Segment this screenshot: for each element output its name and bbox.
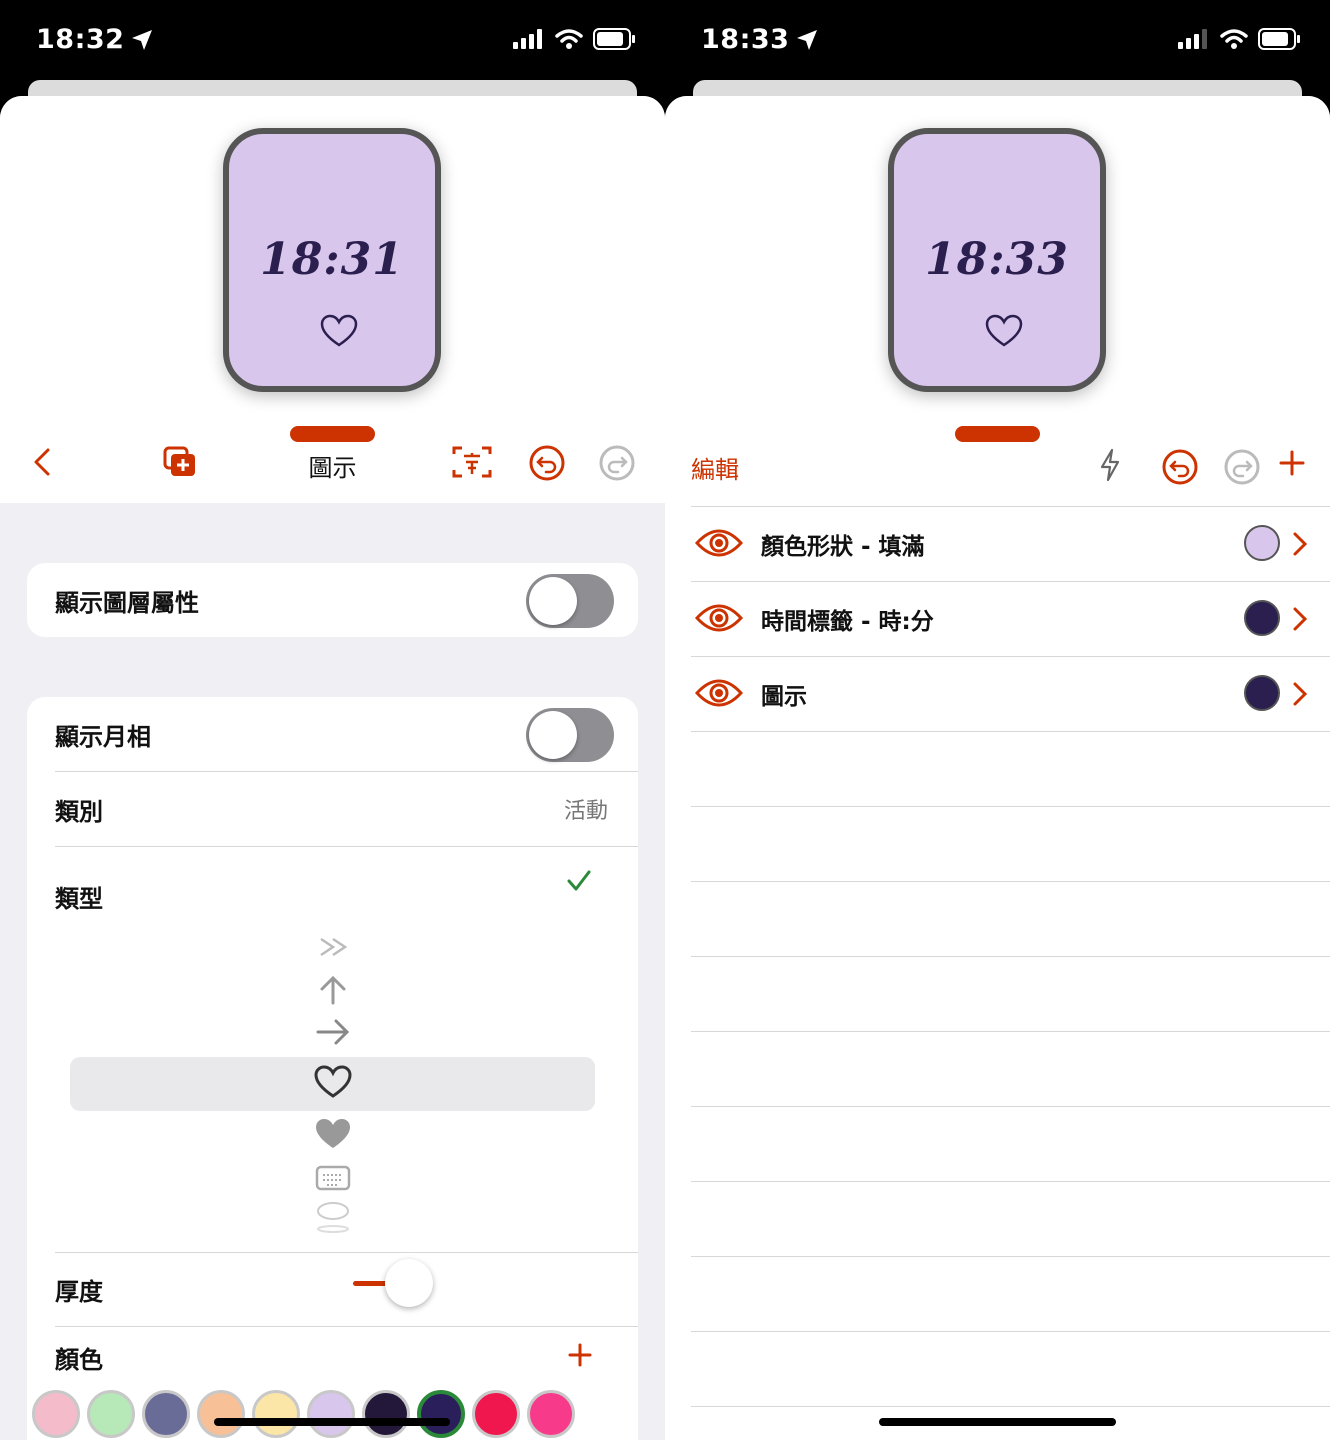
color-swatch[interactable] — [87, 1390, 135, 1438]
show-moon-label: 顯示月相 — [55, 722, 151, 751]
add-layer-button[interactable] — [1279, 450, 1305, 476]
thickness-row: 厚度 — [55, 1252, 638, 1327]
chevron-right-icon — [1293, 682, 1308, 706]
arrow-up-icon — [313, 975, 353, 1005]
category-label: 類別 — [55, 797, 103, 826]
color-swatch[interactable] — [197, 1390, 245, 1438]
arrow-right-icon — [313, 1017, 353, 1047]
watch-time: 18:31 — [260, 234, 404, 285]
empty-row — [691, 1256, 1330, 1331]
layer-list: 顏色形狀 - 填滿 時間標籤 - 時:分 圖示 — [691, 506, 1330, 1440]
show-moon-toggle[interactable] — [526, 708, 614, 762]
chevron-right-icon — [1293, 607, 1308, 631]
editor-sheet: 18:31 圖示 顯示圖層屬性 顯示月相 類別 活動 類型 厚度 顏色 — [0, 96, 665, 1440]
empty-row — [691, 731, 1330, 806]
heart-outline-icon — [313, 1065, 353, 1099]
heart-icon — [320, 314, 358, 347]
layer-color-dot — [1244, 675, 1280, 711]
undo-icon — [1162, 449, 1198, 485]
keyboard-faded-icon — [313, 1201, 353, 1237]
layer-props-card: 顯示圖層屬性 — [27, 563, 638, 637]
show-layer-props-label: 顯示圖層屬性 — [55, 589, 199, 617]
add-color-icon[interactable] — [568, 1343, 592, 1367]
show-moon-row: 顯示月相 — [55, 697, 638, 772]
color-label: 顏色 — [55, 1345, 103, 1374]
color-swatch[interactable] — [362, 1390, 410, 1438]
lightning-icon — [1100, 448, 1120, 482]
empty-row — [691, 956, 1330, 1031]
undo-button[interactable] — [1161, 448, 1199, 486]
type-label: 類型 — [55, 885, 103, 913]
watch-face: 18:31 — [223, 128, 441, 392]
watch-preview: 18:33 — [665, 96, 1330, 412]
empty-row — [691, 1331, 1330, 1406]
right-screen: 18:33 18:33 編輯 顏色形狀 - 填滿 時間標籤 - 時:分 圖示 — [665, 0, 1330, 1440]
editor-sheet: 18:33 編輯 顏色形狀 - 填滿 時間標籤 - 時:分 圖示 — [665, 96, 1330, 1440]
watch-time: 18:33 — [925, 234, 1069, 285]
layer-name: 圖示 — [761, 684, 807, 710]
home-indicator[interactable] — [214, 1418, 450, 1426]
plus-icon — [1279, 450, 1305, 476]
watch-preview: 18:31 — [0, 96, 665, 412]
color-swatch[interactable] — [472, 1390, 520, 1438]
cellular-signal-icon — [1178, 29, 1207, 49]
location-arrow-icon — [132, 29, 153, 50]
layer-row[interactable]: 顏色形狀 - 填滿 — [691, 506, 1330, 581]
cellular-signal-icon — [513, 29, 542, 49]
heart-icon — [985, 314, 1023, 347]
left-screen: 18:32 18:31 圖示 顯示圖層屬性 顯示月相 類別 活動 類型 厚度 顏… — [0, 0, 665, 1440]
watch-face: 18:33 — [888, 128, 1106, 392]
color-swatch[interactable] — [142, 1390, 190, 1438]
status-time: 18:33 — [701, 24, 790, 55]
chevron-right-icon — [1293, 532, 1308, 556]
status-bar: 18:33 — [665, 0, 1330, 84]
empty-row — [691, 1181, 1330, 1256]
color-swatch[interactable] — [527, 1390, 575, 1438]
checkmark-icon — [567, 870, 591, 891]
layer-name: 顏色形狀 - 填滿 — [761, 534, 925, 560]
redo-button[interactable] — [1223, 448, 1261, 486]
color-row: 顏色 — [55, 1327, 638, 1387]
layer-color-dot — [1244, 525, 1280, 561]
color-swatch[interactable] — [252, 1390, 300, 1438]
heart-filled-icon — [313, 1117, 353, 1151]
layer-row[interactable]: 時間標籤 - 時:分 — [691, 581, 1330, 656]
quick-action-button[interactable] — [1097, 448, 1123, 482]
battery-icon — [593, 28, 635, 50]
empty-row — [691, 806, 1330, 881]
location-arrow-icon — [797, 29, 818, 50]
color-swatch[interactable] — [307, 1390, 355, 1438]
empty-row — [691, 1106, 1330, 1181]
color-swatch[interactable] — [417, 1390, 465, 1438]
layer-color-dot — [1244, 600, 1280, 636]
color-swatches — [32, 1390, 575, 1438]
page-title: 圖示 — [308, 454, 357, 482]
eye-icon[interactable] — [695, 525, 743, 561]
category-row[interactable]: 類別 活動 — [55, 772, 638, 847]
icon-settings-card: 顯示月相 類別 活動 類型 厚度 顏色 — [27, 697, 638, 1440]
home-indicator[interactable] — [879, 1418, 1116, 1426]
settings-area: 顯示圖層屬性 顯示月相 類別 活動 類型 厚度 顏色 — [0, 503, 665, 1440]
eye-icon[interactable] — [695, 675, 743, 711]
wifi-icon — [555, 29, 583, 49]
thickness-slider-knob[interactable] — [385, 1259, 433, 1307]
redo-icon — [1224, 449, 1260, 485]
chevrons-right-icon — [313, 933, 353, 961]
status-bar: 18:32 — [0, 0, 665, 84]
empty-row — [691, 881, 1330, 956]
status-time: 18:32 — [36, 24, 125, 55]
thickness-label: 厚度 — [55, 1278, 103, 1306]
keyboard-icon — [313, 1165, 353, 1191]
eye-icon[interactable] — [695, 600, 743, 636]
wifi-icon — [1220, 29, 1248, 49]
battery-icon — [1258, 28, 1300, 50]
layer-name: 時間標籤 - 時:分 — [761, 609, 934, 635]
layer-row[interactable]: 圖示 — [691, 656, 1330, 731]
icon-type-picker[interactable] — [27, 927, 638, 1257]
category-value: 活動 — [563, 799, 608, 824]
show-layer-props-toggle[interactable] — [526, 574, 614, 628]
color-swatch[interactable] — [32, 1390, 80, 1438]
toolbar — [665, 436, 1330, 504]
empty-row — [691, 1031, 1330, 1106]
